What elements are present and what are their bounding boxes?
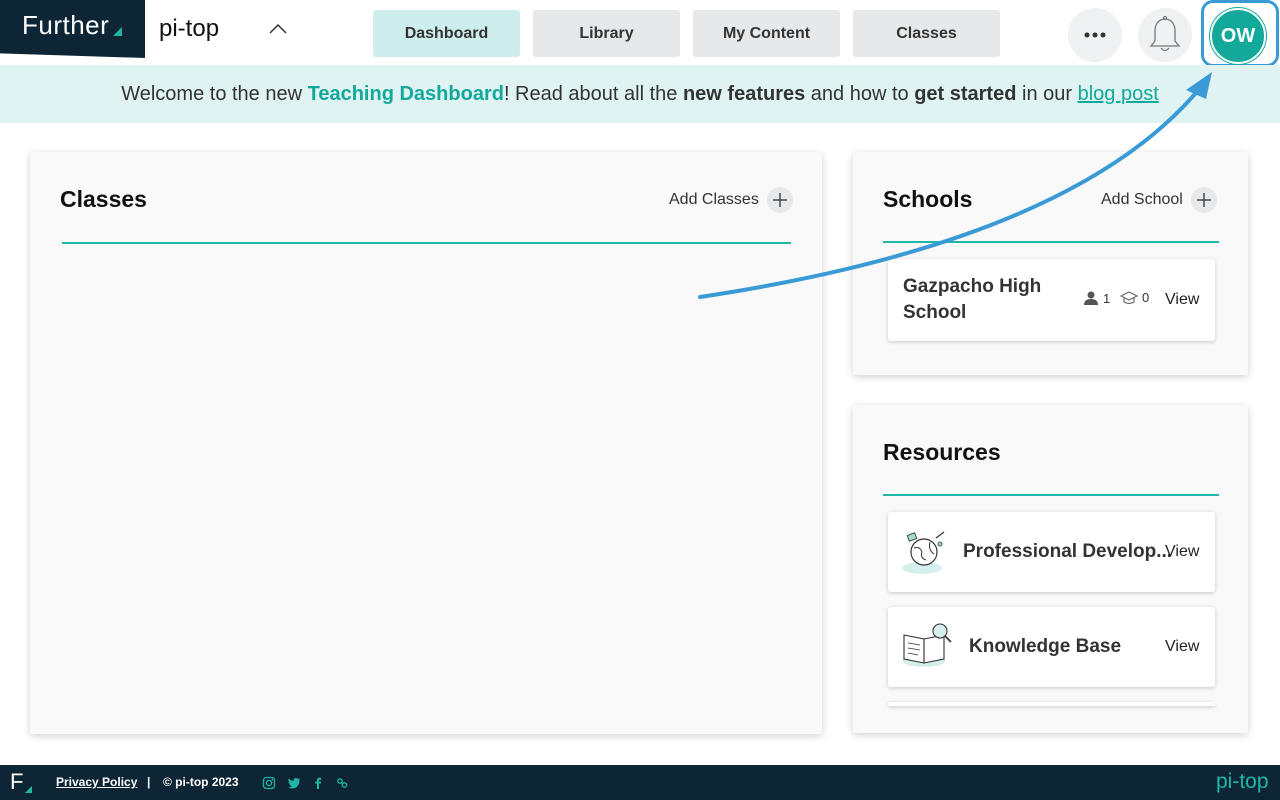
student-count-value: 0 bbox=[1142, 290, 1150, 305]
resource-item-professional-development[interactable]: Professional Develop... View bbox=[888, 512, 1215, 592]
resource-name: Professional Develop... bbox=[963, 541, 1173, 562]
add-school-button[interactable]: Add School bbox=[1101, 187, 1217, 213]
banner-text-2: ! Read about all the bbox=[503, 82, 683, 105]
community-icon[interactable] bbox=[335, 776, 349, 790]
schools-card-title: Schools bbox=[883, 186, 973, 212]
teacher-count-value: 1 bbox=[1103, 290, 1111, 306]
notifications-button[interactable] bbox=[1138, 8, 1192, 62]
user-avatar[interactable]: OW bbox=[1210, 8, 1266, 64]
resource-name: Knowledge Base bbox=[969, 636, 1122, 657]
footer-copyright: © pi-top 2023 bbox=[163, 775, 239, 789]
footer-brand-name: pi-top bbox=[1216, 770, 1269, 793]
banner-bold-1: new features bbox=[682, 82, 806, 105]
add-classes-button[interactable]: Add Classes bbox=[669, 187, 793, 213]
resources-card-title: Resources bbox=[883, 439, 1001, 465]
facebook-icon[interactable] bbox=[311, 776, 325, 790]
tab-library[interactable]: Library bbox=[533, 10, 680, 57]
school-name: Gazpacho High School bbox=[903, 276, 1042, 323]
brand-logo[interactable]: Further bbox=[0, 0, 145, 58]
twitter-icon[interactable] bbox=[287, 776, 301, 790]
footer-separator: | bbox=[147, 775, 151, 789]
blog-post-link[interactable]: blog post bbox=[1078, 83, 1159, 106]
teacher-count: 1 bbox=[1083, 290, 1110, 306]
view-resource-link[interactable]: View bbox=[1165, 638, 1199, 656]
top-header: Further pi-top Dashboard Library My Cont… bbox=[0, 0, 1280, 67]
banner-text-1: Welcome to the new bbox=[121, 82, 308, 105]
view-resource-link[interactable]: View bbox=[1165, 543, 1199, 561]
footer-brand-logo: F bbox=[10, 769, 24, 794]
bell-icon bbox=[1149, 15, 1181, 52]
add-school-label: Add School bbox=[1101, 191, 1183, 208]
welcome-banner: Welcome to the new Teaching Dashboard ! … bbox=[0, 65, 1280, 123]
plus-icon bbox=[766, 187, 793, 213]
plus-icon bbox=[1190, 187, 1217, 213]
globe-illustration-icon bbox=[902, 531, 945, 574]
footer-brand-triangle bbox=[25, 786, 32, 793]
classes-card-divider bbox=[62, 242, 791, 244]
banner-bold-2: get started bbox=[914, 82, 1017, 105]
classes-card: Classes Add Classes bbox=[30, 152, 822, 734]
book-magnifier-icon bbox=[902, 623, 952, 667]
tab-dashboard[interactable]: Dashboard bbox=[373, 10, 520, 57]
tab-classes[interactable]: Classes bbox=[853, 10, 1000, 57]
person-icon bbox=[1084, 291, 1098, 305]
resources-card-divider bbox=[883, 494, 1219, 496]
ellipsis-icon bbox=[1084, 32, 1106, 38]
page-footer: F Privacy Policy | © pi-top 2023 pi-top bbox=[0, 765, 1280, 800]
brand-logo-text: Further bbox=[22, 10, 110, 40]
banner-text-4: in our bbox=[1016, 82, 1078, 105]
resource-item-partial bbox=[888, 702, 1215, 706]
schools-card-divider bbox=[883, 241, 1219, 243]
add-classes-label: Add Classes bbox=[669, 191, 759, 208]
banner-highlight: Teaching Dashboard bbox=[307, 82, 504, 105]
instagram-icon[interactable] bbox=[262, 776, 276, 790]
graduation-cap-icon bbox=[1120, 290, 1138, 304]
classes-card-title: Classes bbox=[60, 186, 147, 212]
view-school-link[interactable]: View bbox=[1165, 291, 1199, 309]
school-list-item[interactable]: Gazpacho High School 1 0 View bbox=[888, 259, 1215, 341]
tab-my-content[interactable]: My Content bbox=[693, 10, 840, 57]
privacy-policy-link[interactable]: Privacy Policy bbox=[56, 775, 137, 789]
resource-item-knowledge-base[interactable]: Knowledge Base View bbox=[888, 607, 1215, 687]
brand-logo-triangle bbox=[113, 27, 122, 36]
student-count: 0 bbox=[1120, 290, 1149, 305]
chevron-up-icon[interactable] bbox=[268, 20, 288, 36]
resources-card: Resources Professional Develop... View K… bbox=[853, 405, 1248, 733]
more-options-button[interactable] bbox=[1068, 8, 1122, 62]
banner-text-3: and how to bbox=[805, 82, 915, 105]
schools-card: Schools Add School Gazpacho High School … bbox=[853, 152, 1248, 375]
organization-name[interactable]: pi-top bbox=[159, 15, 219, 43]
